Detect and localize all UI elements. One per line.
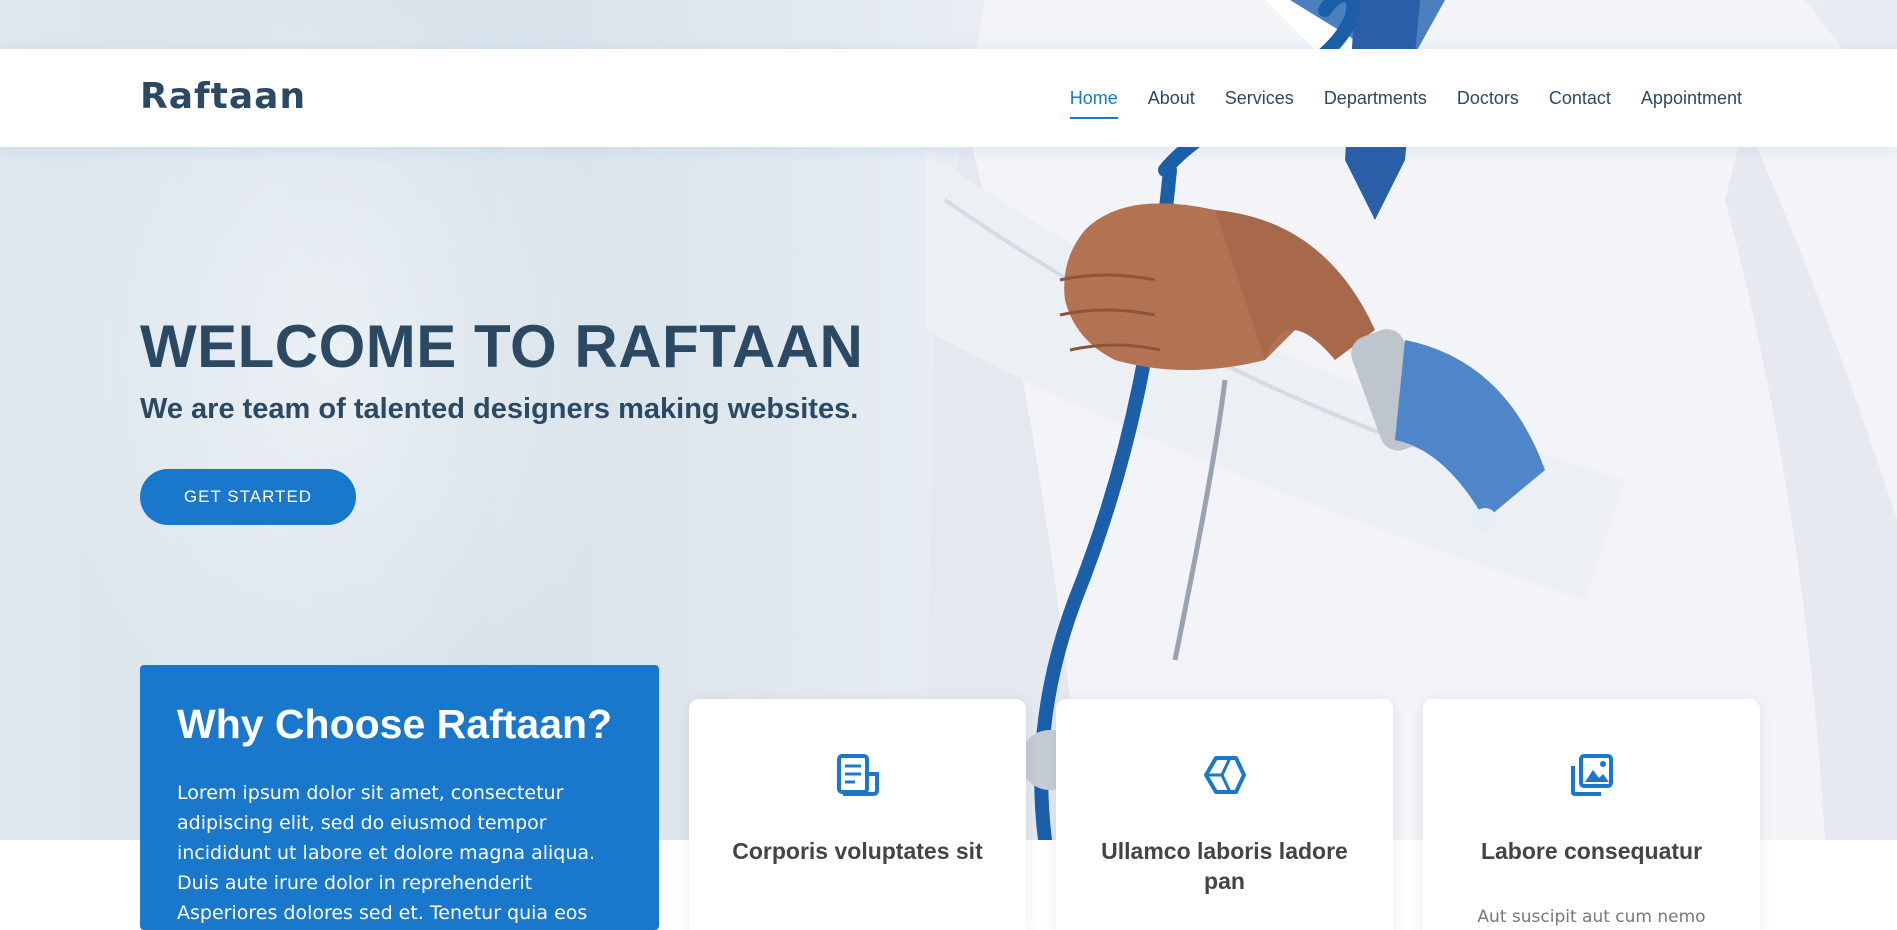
nav-item-services[interactable]: Services [1210, 49, 1309, 147]
images-icon [1570, 754, 1613, 796]
receipt-icon [836, 754, 879, 796]
why-title: Why Choose Raftaan? [177, 701, 613, 747]
hero-title: WELCOME TO RAFTAAN [140, 313, 864, 380]
site-header: Raftaan Home About Services Departments … [0, 49, 1897, 147]
cube-icon [1203, 756, 1246, 794]
site-logo[interactable]: Raftaan [140, 76, 306, 117]
get-started-button[interactable]: GET STARTED [140, 469, 356, 525]
why-choose-box: Why Choose Raftaan? Lorem ipsum dolor si… [140, 665, 659, 930]
nav-item-about[interactable]: About [1133, 49, 1210, 147]
card-title: Ullamco laboris ladore pan [1101, 838, 1348, 894]
nav-item-departments[interactable]: Departments [1309, 49, 1442, 147]
nav-item-doctors[interactable]: Doctors [1442, 49, 1534, 147]
hero-subtitle: We are team of talented designers making… [140, 393, 859, 425]
nav-item-contact[interactable]: Contact [1534, 49, 1626, 147]
card-title: Corporis voluptates sit [732, 838, 983, 864]
nav-item-appointment[interactable]: Appointment [1626, 49, 1757, 147]
icon-box-card: Corporis voluptates sit [689, 699, 1026, 930]
why-text: Lorem ipsum dolor sit amet, consectetur … [177, 782, 596, 924]
card-text: Aut suscipit aut cum nemo [1477, 907, 1706, 927]
main-nav: Home About Services Departments Doctors … [1055, 49, 1757, 147]
icon-box-card: Ullamco laboris ladore pan [1056, 699, 1393, 930]
nav-item-home[interactable]: Home [1055, 49, 1133, 147]
card-title: Labore consequatur [1480, 838, 1703, 864]
icon-box-card: Labore consequatur Aut suscipit aut cum … [1423, 699, 1760, 930]
